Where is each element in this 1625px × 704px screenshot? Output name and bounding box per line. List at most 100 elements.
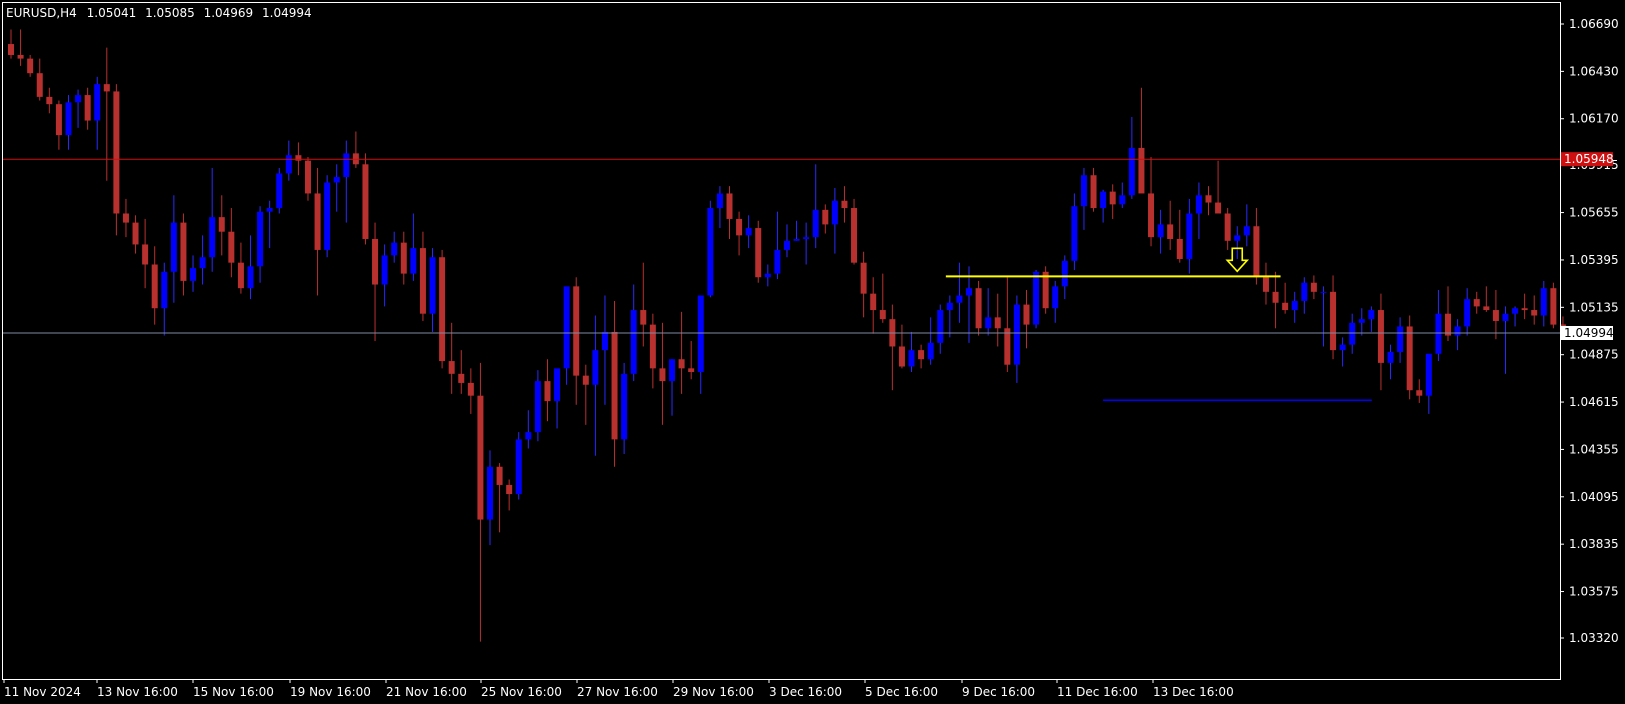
candle-body	[841, 200, 848, 209]
candle-body	[228, 231, 235, 263]
candle-body	[1138, 147, 1145, 194]
candle-body	[1033, 271, 1040, 325]
candle-body	[621, 373, 628, 440]
candle-body	[975, 288, 982, 329]
candle-body	[1540, 288, 1547, 316]
candle-body	[314, 193, 321, 250]
candle-body	[582, 375, 589, 385]
candle-body	[36, 73, 43, 97]
candle-body	[736, 218, 743, 236]
time-tick-label: 3 Dec 16:00	[769, 685, 842, 699]
candle-body	[161, 271, 168, 309]
candle-body	[870, 293, 877, 311]
candle-body	[257, 211, 264, 267]
candle-body	[391, 242, 398, 256]
candle-body	[707, 208, 714, 296]
candle	[362, 153, 369, 245]
candle-body	[1052, 286, 1059, 309]
price-axis: 1.066901.064301.061701.059151.056551.053…	[1560, 17, 1619, 645]
time-tick-label: 11 Nov 2024	[4, 685, 81, 699]
candle-body	[611, 331, 618, 440]
candle-body	[1215, 202, 1222, 214]
candle-body	[1023, 304, 1030, 325]
candle	[1033, 269, 1040, 329]
candle-body	[65, 102, 72, 136]
candle-body	[343, 153, 350, 178]
symbol-label: EURUSD,H4	[6, 6, 77, 20]
candle-body	[1243, 226, 1250, 236]
candle-body	[1100, 191, 1107, 209]
time-tick-label: 11 Dec 16:00	[1057, 685, 1138, 699]
candle	[439, 249, 446, 369]
candle-body	[716, 193, 723, 209]
candle-body	[477, 395, 484, 520]
candle-body	[898, 346, 905, 367]
price-tick-label: 1.05135	[1569, 300, 1619, 314]
candle-body	[544, 381, 551, 402]
price-tick-label: 1.06170	[1569, 112, 1619, 126]
candle-body	[908, 350, 915, 367]
candle-body	[8, 44, 14, 55]
candle-body	[506, 484, 513, 495]
candle-body	[496, 466, 503, 485]
candle-body	[1330, 291, 1337, 351]
time-tick-label: 15 Nov 16:00	[193, 685, 274, 699]
candle-body	[170, 222, 177, 272]
candle-body	[1387, 351, 1394, 363]
candle-body	[1253, 226, 1260, 278]
candle-body	[985, 317, 992, 329]
candle-body	[1435, 313, 1442, 354]
candle-body	[237, 262, 244, 289]
candle	[113, 84, 120, 236]
candle	[755, 220, 762, 283]
candle-body	[669, 359, 676, 382]
candle-body	[467, 382, 474, 396]
candle-body	[1473, 299, 1480, 307]
candle-body	[295, 155, 302, 161]
price-tick-label: 1.03320	[1569, 631, 1619, 645]
candle-body	[525, 432, 532, 440]
candle-body	[1531, 310, 1538, 316]
candle-body	[1186, 213, 1193, 260]
candle	[707, 200, 714, 298]
candle-body	[1061, 260, 1068, 287]
candle-body	[1224, 213, 1231, 241]
candle-body	[218, 217, 225, 232]
candle-body	[285, 155, 292, 174]
candle-body	[103, 84, 110, 92]
candle-body	[1080, 175, 1087, 207]
candle-body	[84, 95, 91, 121]
candle-body	[812, 209, 819, 238]
candle	[851, 198, 858, 265]
time-tick-label: 13 Dec 16:00	[1153, 685, 1234, 699]
candle-body	[1148, 193, 1155, 238]
candle-body	[487, 466, 493, 520]
time-tick-label: 21 Nov 16:00	[386, 685, 467, 699]
candle-body	[1071, 206, 1078, 261]
price-tick-label: 1.06690	[1569, 17, 1619, 31]
candle-body	[649, 324, 656, 369]
candle-body	[142, 244, 149, 265]
candle-body	[439, 257, 446, 362]
time-tick-label: 13 Nov 16:00	[97, 685, 178, 699]
candle-body	[592, 350, 599, 385]
price-chart[interactable]: 1.066901.064301.061701.059151.056551.053…	[0, 0, 1625, 704]
candle-body	[1119, 195, 1126, 205]
price-tick-label: 1.04355	[1569, 442, 1619, 456]
candle-body	[659, 368, 666, 382]
candle-body	[966, 288, 972, 296]
candle-body	[697, 295, 704, 372]
candle-body	[1320, 291, 1327, 293]
candle-body	[419, 248, 426, 314]
candle-body	[55, 104, 62, 136]
candle-body	[1397, 326, 1404, 352]
candle	[324, 175, 331, 258]
price-tick-label: 1.06430	[1569, 64, 1619, 78]
candle-body	[209, 217, 216, 258]
candle-body	[601, 331, 608, 351]
candle-body	[1512, 308, 1519, 314]
candle-body	[764, 273, 771, 278]
candle	[515, 432, 522, 500]
candle-body	[1176, 238, 1183, 260]
candle-body	[1368, 310, 1375, 320]
